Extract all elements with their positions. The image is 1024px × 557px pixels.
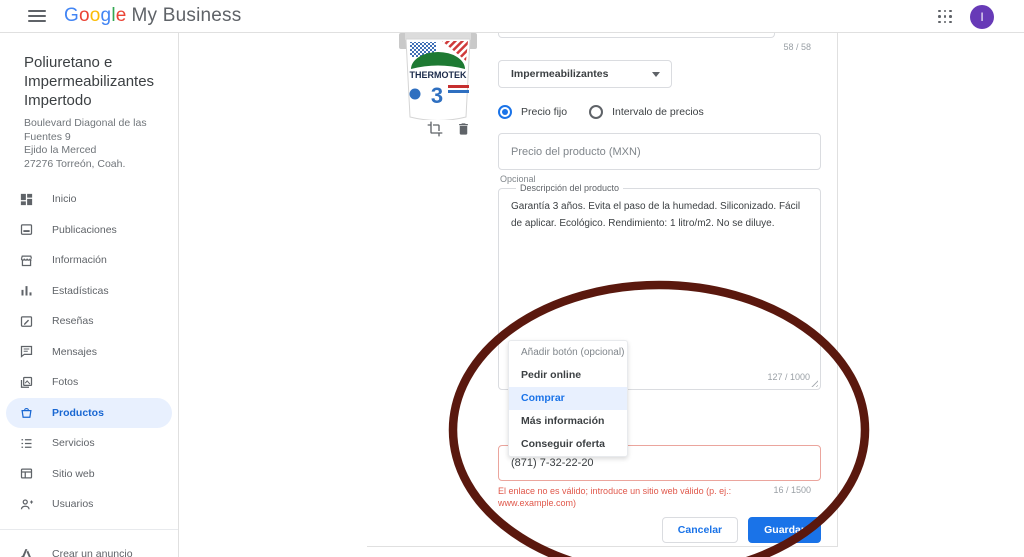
sidebar-item-informacion[interactable]: Información	[0, 245, 178, 276]
sidebar-item-crear-anuncio[interactable]: Crear un anuncio	[0, 539, 178, 557]
menu-icon[interactable]	[28, 10, 46, 22]
logo-letter: o	[90, 5, 101, 27]
sidebar-item-resenas[interactable]: Reseñas	[0, 306, 178, 337]
product-image[interactable]: THERMOTEK 3	[398, 33, 478, 120]
product-brand-text: THERMOTEK	[410, 70, 467, 80]
product-edit-card: THERMOTEK 3 58 / 58 Imper	[367, 33, 838, 547]
dropdown-option-conseguir-oferta[interactable]: Conseguir oferta	[509, 433, 627, 456]
app-header: Google My Business I	[0, 0, 1024, 33]
delete-icon[interactable]	[456, 121, 472, 137]
price-type-group: Precio fijo Intervalo de precios	[498, 105, 704, 119]
add-button-dropdown: Añadir botón (opcional) Pedir online Com…	[508, 340, 628, 457]
name-char-counter: 58 / 58	[498, 42, 811, 52]
sidebar-item-usuarios[interactable]: Usuarios	[0, 489, 178, 520]
description-char-counter: 127 / 1000	[767, 372, 810, 382]
cancel-button[interactable]: Cancelar	[662, 517, 738, 543]
products-bag-icon	[18, 405, 34, 421]
sidebar-item-productos[interactable]: Productos	[6, 398, 172, 429]
list-icon	[18, 435, 34, 451]
bar-chart-icon	[18, 283, 34, 299]
product-name-field-cutoff[interactable]	[498, 33, 775, 38]
add-user-icon	[18, 496, 34, 512]
sidebar-item-mensajes[interactable]: Mensajes	[0, 337, 178, 368]
list-panel	[179, 33, 367, 557]
link-char-counter: 16 / 1500	[773, 485, 821, 509]
sidebar-item-estadisticas[interactable]: Estadísticas	[0, 276, 178, 307]
radio-intervalo-label: Intervalo de precios	[612, 106, 704, 118]
resize-handle[interactable]	[809, 378, 818, 387]
photos-icon	[18, 374, 34, 390]
dropdown-header: Añadir botón (opcional)	[509, 341, 627, 364]
business-address: Boulevard Diagonal de las Fuentes 9 Ejid…	[24, 117, 164, 171]
review-pencil-icon	[18, 313, 34, 329]
logo-letter: e	[116, 5, 127, 27]
product-number-text: 3	[431, 83, 443, 108]
dashboard-icon	[18, 191, 34, 207]
logo-letter: o	[79, 5, 90, 27]
description-value[interactable]: Garantía 3 años. Evita el paso de la hum…	[511, 199, 808, 232]
avatar[interactable]: I	[970, 5, 994, 29]
dropdown-option-comprar[interactable]: Comprar	[509, 387, 627, 410]
page: Google My Business I Poliuretano e Imper…	[0, 0, 1024, 557]
posts-icon	[18, 222, 34, 238]
sidebar-item-sitio-web[interactable]: Sitio web	[0, 459, 178, 490]
category-select[interactable]: Impermeabilizantes	[498, 60, 672, 88]
browser-icon	[18, 466, 34, 482]
chat-icon	[18, 344, 34, 360]
save-button[interactable]: Guardar	[748, 517, 821, 543]
radio-precio-fijo-label: Precio fijo	[521, 106, 567, 118]
sidebar-nav: Inicio Publicaciones Información Estadís…	[0, 184, 178, 557]
price-input[interactable]	[498, 133, 821, 170]
ads-icon	[18, 546, 34, 557]
dropdown-option-pedir-online[interactable]: Pedir online	[509, 364, 627, 387]
sidebar: Poliuretano e Impermeabilizantes Imperto…	[0, 33, 179, 557]
dropdown-option-mas-informacion[interactable]: Más información	[509, 410, 627, 433]
logo-letter: g	[101, 5, 112, 27]
category-value: Impermeabilizantes	[511, 68, 608, 80]
sidebar-item-publicaciones[interactable]: Publicaciones	[0, 215, 178, 246]
sidebar-item-fotos[interactable]: Fotos	[0, 367, 178, 398]
sidebar-item-servicios[interactable]: Servicios	[0, 428, 178, 459]
link-error-message: El enlace no es válido; introduce un sit…	[498, 485, 743, 509]
logo-text: My Business	[132, 5, 242, 27]
chevron-down-icon	[652, 72, 660, 77]
crop-icon[interactable]	[427, 121, 443, 137]
business-name: Poliuretano e Impermeabilizantes Imperto…	[24, 53, 164, 110]
radio-precio-fijo[interactable]	[498, 105, 512, 119]
apps-icon[interactable]	[938, 10, 952, 24]
description-label: Descripción del producto	[516, 183, 623, 193]
app-logo[interactable]: Google My Business	[64, 5, 241, 27]
radio-intervalo-precios[interactable]	[589, 105, 603, 119]
sidebar-item-inicio[interactable]: Inicio	[0, 184, 178, 215]
logo-letter: G	[64, 5, 79, 27]
storefront-icon	[18, 252, 34, 268]
sidebar-divider	[0, 529, 178, 530]
